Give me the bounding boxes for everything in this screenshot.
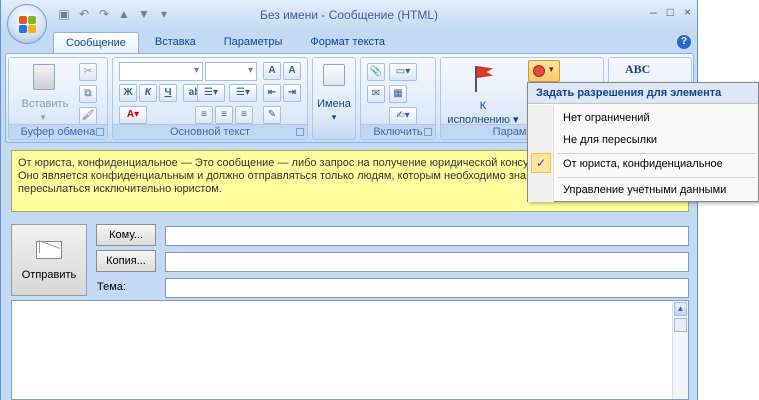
- menu-separator: [558, 177, 756, 178]
- permissions-menu: Задать разрешения для элемента Нет огран…: [527, 82, 759, 202]
- title-bar: ▣ ↶ ↷ ▲ ▼ ▾ Без имени - Сообщение (HTML)…: [1, 0, 697, 30]
- group-basic-text: A A Ж К Ч ab▾ A▾ ☰▾ ☰▾ ⇤ ⇥ ≡ ≡ ≡ ✎ Основ…: [112, 57, 308, 140]
- group-clipboard: Вставить ▾ ✂ ⧉ 🖌 Буфер обмена: [8, 57, 108, 140]
- menu-item-attorney-privileged[interactable]: От юриста, конфиденциальное: [555, 153, 758, 175]
- paste-icon[interactable]: [33, 64, 55, 90]
- bullets-icon[interactable]: ☰▾: [197, 84, 225, 102]
- attach-file-icon[interactable]: 📎: [367, 63, 385, 81]
- cc-button[interactable]: Копия...: [96, 250, 156, 272]
- tab-insert[interactable]: Вставка: [143, 32, 208, 54]
- styles-icon[interactable]: ✎: [263, 106, 281, 124]
- underline-icon[interactable]: Ч: [159, 84, 177, 102]
- cc-field[interactable]: [165, 252, 689, 272]
- menu-item-manage-credentials[interactable]: Управление учетными данными: [555, 179, 758, 201]
- paste-dropdown-icon[interactable]: ▾: [23, 112, 63, 123]
- group-label-basic-text: Основной текст: [113, 124, 307, 139]
- grow-font-icon[interactable]: A: [263, 62, 281, 80]
- font-name-combo[interactable]: [119, 62, 203, 81]
- names-button-label[interactable]: Имена: [313, 98, 355, 110]
- body-scrollbar[interactable]: ▲: [672, 301, 688, 399]
- permission-icon: [533, 65, 545, 77]
- to-field[interactable]: [165, 226, 689, 246]
- send-envelope-icon: [36, 241, 62, 259]
- clipboard-launcher-icon[interactable]: [96, 128, 104, 136]
- permission-button[interactable]: ▾: [528, 60, 560, 82]
- office-button[interactable]: [7, 4, 47, 44]
- increase-indent-icon[interactable]: ⇥: [283, 84, 301, 102]
- italic-icon[interactable]: К: [139, 84, 157, 102]
- shrink-font-icon[interactable]: A: [283, 62, 301, 80]
- align-left-icon[interactable]: ≡: [195, 106, 213, 124]
- business-card-icon[interactable]: ▭▾: [389, 63, 417, 81]
- cut-icon[interactable]: ✂: [79, 63, 97, 81]
- permission-dropdown-icon: ▾: [549, 64, 554, 74]
- paste-button-label[interactable]: Вставить: [17, 98, 73, 110]
- bold-icon[interactable]: Ж: [119, 84, 137, 102]
- align-center-icon[interactable]: ≡: [215, 106, 233, 124]
- close-button[interactable]: ×: [684, 5, 691, 19]
- window-title: Без имени - Сообщение (HTML): [259, 8, 439, 22]
- group-names: Имена ▾: [312, 57, 356, 140]
- tab-message[interactable]: Сообщение: [53, 32, 139, 54]
- message-header: Отправить Кому... Копия... Тема:: [1, 218, 697, 302]
- group-include: 📎 ▭▾ ✉ ▦ ✍▾ Включить: [360, 57, 436, 140]
- permissions-menu-header: Задать разрешения для элемента: [528, 83, 758, 104]
- align-right-icon[interactable]: ≡: [235, 106, 253, 124]
- names-dropdown-icon[interactable]: ▾: [313, 112, 355, 123]
- ribbon-tabs: Сообщение Вставка Параметры Формат текст…: [53, 32, 401, 54]
- checkmark-icon: ✓: [531, 153, 551, 173]
- tab-options[interactable]: Параметры: [212, 32, 295, 54]
- maximize-button[interactable]: □: [667, 5, 674, 19]
- numbering-icon[interactable]: ☰▾: [229, 84, 257, 102]
- calendar-icon[interactable]: ▦: [389, 85, 407, 103]
- follow-up-flag-icon[interactable]: [471, 64, 495, 92]
- tab-format-text[interactable]: Формат текста: [298, 32, 397, 54]
- subject-field[interactable]: [165, 278, 689, 298]
- copy-icon[interactable]: ⧉: [79, 85, 97, 103]
- menu-item-no-restriction[interactable]: Нет ограничений: [555, 107, 758, 129]
- group-label-clipboard: Буфер обмена: [9, 124, 107, 139]
- format-painter-icon[interactable]: 🖌: [79, 107, 97, 125]
- send-button[interactable]: Отправить: [11, 224, 87, 296]
- send-button-label: Отправить: [21, 269, 77, 281]
- ruler-toggle-icon[interactable]: [674, 318, 687, 332]
- menu-item-do-not-forward[interactable]: Не для пересылки: [555, 129, 758, 151]
- attach-item-icon[interactable]: ✉: [367, 85, 385, 103]
- include-launcher-icon[interactable]: [424, 128, 432, 136]
- office-logo-icon: [19, 16, 36, 33]
- signature-icon[interactable]: ✍▾: [389, 107, 417, 125]
- spelling-icon[interactable]: ABC: [625, 62, 650, 77]
- font-color-icon[interactable]: A▾: [119, 106, 147, 124]
- to-button[interactable]: Кому...: [96, 224, 156, 246]
- minimize-button[interactable]: –: [650, 5, 657, 19]
- subject-label: Тема:: [97, 281, 126, 293]
- follow-up-label-line1[interactable]: К: [441, 100, 525, 112]
- window-controls: – □ ×: [650, 5, 691, 19]
- font-size-combo[interactable]: [205, 62, 257, 81]
- address-book-icon[interactable]: [323, 64, 345, 86]
- decrease-indent-icon[interactable]: ⇤: [263, 84, 281, 102]
- basic-text-launcher-icon[interactable]: [296, 128, 304, 136]
- help-icon[interactable]: ?: [677, 35, 691, 49]
- scroll-up-icon[interactable]: ▲: [674, 302, 687, 316]
- message-body[interactable]: ▲: [11, 300, 689, 400]
